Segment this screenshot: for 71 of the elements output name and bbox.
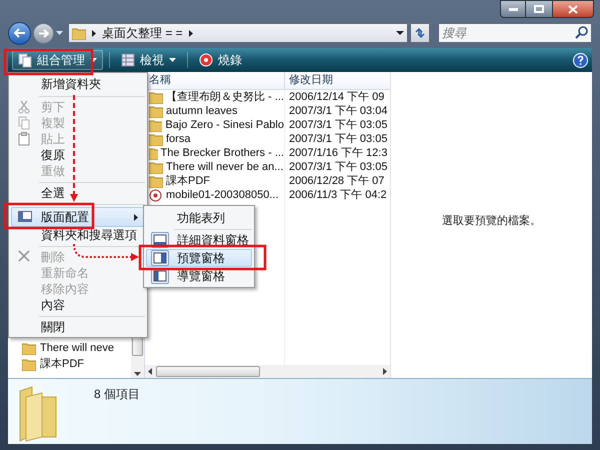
view-grid-icon [121, 53, 135, 67]
copy-icon [18, 116, 32, 130]
caret-icon [169, 58, 176, 62]
folder-icon [72, 26, 86, 40]
search-field[interactable]: 搜尋 [438, 23, 592, 43]
toolbar-button[interactable]: 檢視 [116, 50, 181, 70]
modified-date: 2007/3/1 下午 03:05 [288, 118, 388, 133]
close-icon [568, 4, 578, 14]
refresh-icon [414, 27, 426, 39]
dotted-arrow [73, 244, 139, 261]
back-arrow-icon [14, 28, 26, 38]
forward-button[interactable] [33, 22, 54, 44]
disc-icon [199, 53, 213, 67]
scroll-right-icon[interactable] [383, 368, 387, 375]
caret-icon [90, 58, 97, 62]
minimize-icon [508, 8, 518, 10]
search-icon [575, 26, 588, 39]
scroll-down-icon[interactable] [134, 372, 141, 376]
menu-item[interactable]: 新增資料夾 [11, 75, 145, 93]
folder-icon [22, 358, 36, 370]
clipboard-icon [18, 132, 32, 146]
modified-date: 2007/3/1 下午 03:04 [288, 104, 388, 119]
back-button[interactable] [8, 22, 31, 44]
preview-message: 選取要預覽的檔案。 [442, 214, 541, 229]
submenu-arrow-icon [134, 214, 138, 220]
pages-icon [18, 52, 32, 68]
menu-item[interactable]: 復原 [11, 147, 145, 163]
toolbar-button[interactable]: 燒錄 [194, 50, 247, 70]
column-header[interactable]: 名稱 [145, 72, 285, 89]
submenu-item[interactable]: 功能表列 [146, 208, 252, 228]
history-dropdown-icon[interactable] [56, 31, 63, 35]
scrollbar-thumb[interactable] [156, 366, 260, 377]
toolbar-button[interactable]: 組合管理 [12, 50, 103, 70]
submenu-item[interactable]: 導覽窗格 [146, 267, 252, 285]
x-mark-icon [18, 250, 32, 264]
layout-icon [18, 210, 32, 224]
minimize-button[interactable] [500, 0, 526, 18]
modified-date: 2007/3/1 下午 03:05 [288, 132, 388, 147]
maximize-icon [534, 5, 544, 13]
modified-date: 2006/11/3 下午 04:2 [288, 188, 388, 203]
help-icon[interactable] [573, 52, 588, 68]
maximize-button[interactable] [526, 0, 552, 18]
navigation-item[interactable]: 課本PDF [22, 356, 131, 372]
folder-icon [149, 174, 163, 188]
chevron-icon[interactable] [92, 30, 96, 36]
folder-icon [149, 118, 162, 132]
modified-date: 2006/12/28 下午 07 [288, 174, 386, 189]
address-crumb[interactable]: 桌面欠整理 = = [102, 24, 183, 42]
modified-date: 2007/1/16 下午 12:3 [288, 146, 388, 161]
refresh-button[interactable] [410, 23, 430, 43]
menu-item[interactable]: 內容 [11, 297, 145, 313]
navigation-item[interactable]: There will neve [22, 340, 131, 356]
horizontal-scrollbar[interactable] [145, 365, 390, 378]
menu-item[interactable]: 關閉 [11, 319, 145, 335]
menu-item[interactable]: 全選 [11, 185, 145, 201]
scissors-icon [18, 100, 32, 114]
chevron-icon[interactable] [188, 30, 193, 36]
folder-icon [22, 342, 36, 354]
modified-date: 2007/3/1 下午 03:05 [288, 160, 388, 175]
column-header[interactable]: 修改日期 [285, 72, 390, 89]
menu-item[interactable]: 資料夾和搜尋選項 [11, 227, 145, 243]
dropdown-caret-icon[interactable] [396, 31, 404, 35]
close-button[interactable] [552, 0, 594, 18]
folder-icon [149, 104, 163, 118]
submenu-item[interactable]: 預覽窗格 [146, 249, 252, 267]
modified-date: 2006/12/14 下午 09 [288, 90, 386, 105]
forward-arrow-icon [38, 28, 49, 38]
scroll-left-icon[interactable] [148, 368, 152, 375]
address-field[interactable]: 桌面欠整理 = = [68, 23, 408, 43]
menu-item[interactable]: 版面配置 [11, 207, 145, 227]
item-count: 8 個項目 [94, 386, 140, 403]
